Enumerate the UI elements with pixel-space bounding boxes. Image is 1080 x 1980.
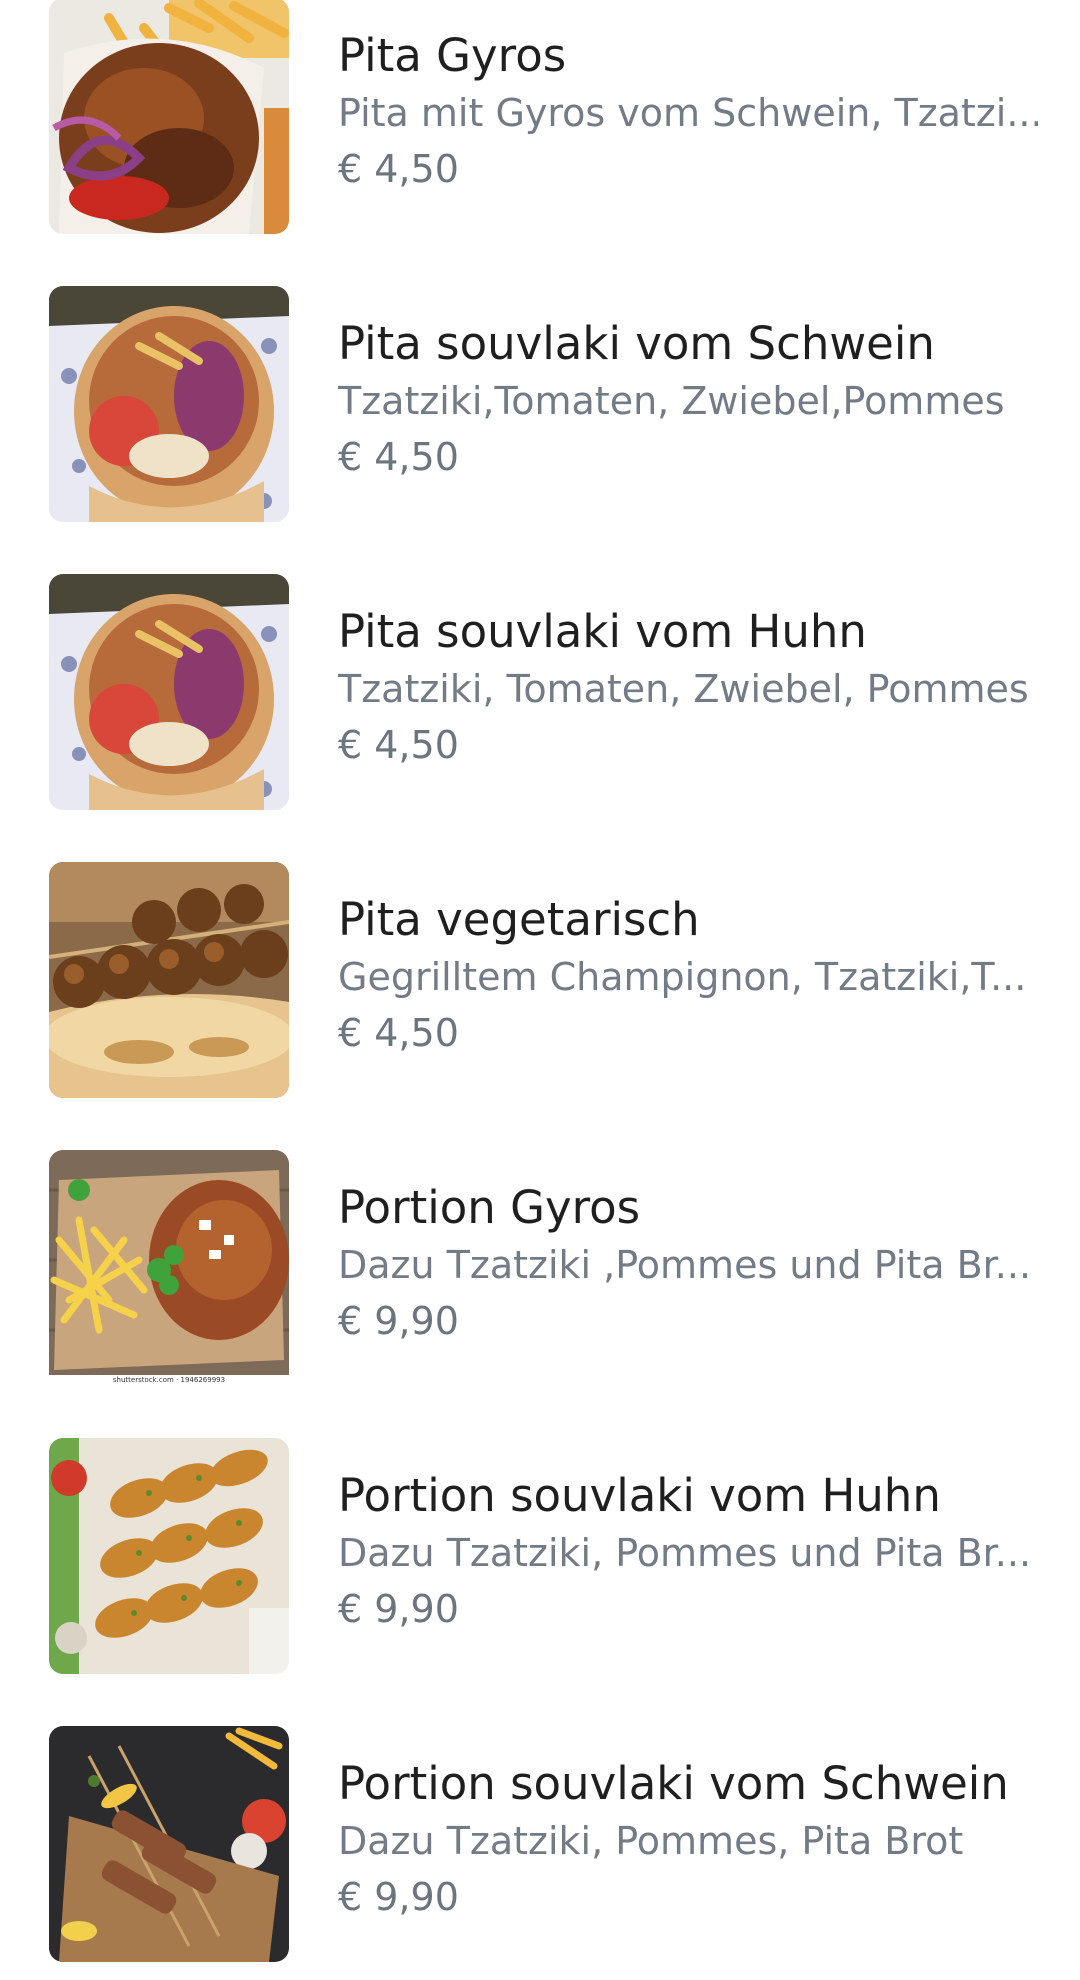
item-description: Dazu Tzatziki, Pommes, Pita Brot (338, 1819, 964, 1863)
gyros-plate-photo: shutterstock.com · 1946269993 (49, 1150, 289, 1386)
item-name: Pita Gyros (338, 29, 567, 82)
food-photo-icon (49, 862, 289, 1098)
item-description: Tzatziki, Tomaten, Zwiebel, Pommes (338, 667, 1029, 711)
image-watermark: shutterstock.com · 1946269993 (49, 1375, 289, 1386)
item-price: € 4,50 (338, 723, 459, 767)
item-price: € 9,90 (338, 1299, 459, 1343)
pita-souvlaki-photo (49, 286, 289, 522)
item-info: Pita souvlaki vom Schwein Tzatziki,Tomat… (338, 316, 1038, 482)
pork-skewers-photo (49, 1726, 289, 1962)
menu-item-pita-gyros[interactable]: Pita Gyros Pita mit Gyros vom Schwein, T… (0, 0, 1080, 238)
item-info: Pita vegetarisch Gegrilltem Champignon, … (338, 892, 1038, 1058)
item-info: Portion souvlaki vom Schwein Dazu Tzatzi… (338, 1756, 1038, 1922)
item-description: Tzatziki,Tomaten, Zwiebel,Pommes (338, 379, 1005, 423)
item-description: Dazu Tzatziki ,Pommes und Pita Br... (338, 1243, 1032, 1287)
chicken-skewers-photo (49, 1438, 289, 1674)
item-description: Gegrilltem Champignon, Tzatziki,T... (338, 955, 1027, 999)
menu-item-pita-souvlaki-schwein[interactable]: Pita souvlaki vom Schwein Tzatziki,Tomat… (0, 286, 1080, 526)
item-price: € 4,50 (338, 1011, 459, 1055)
food-photo-icon (49, 286, 289, 522)
menu-item-portion-gyros[interactable]: shutterstock.com · 1946269993 Portion Gy… (0, 1150, 1080, 1390)
item-description: Pita mit Gyros vom Schwein, Tzatzi... (338, 91, 1038, 135)
item-info: Portion Gyros Dazu Tzatziki ,Pommes und … (338, 1180, 1038, 1346)
mushroom-skewer-photo (49, 862, 289, 1098)
food-photo-icon (49, 574, 289, 810)
food-photo-icon (49, 1726, 289, 1962)
menu-item-pita-souvlaki-huhn[interactable]: Pita souvlaki vom Huhn Tzatziki, Tomaten… (0, 574, 1080, 814)
item-info: Pita Gyros Pita mit Gyros vom Schwein, T… (338, 28, 1038, 194)
item-name: Portion Gyros (338, 1181, 641, 1234)
pita-gyros-photo (49, 0, 289, 234)
item-name: Pita souvlaki vom Schwein (338, 317, 935, 370)
item-info: Portion souvlaki vom Huhn Dazu Tzatziki,… (338, 1468, 1038, 1634)
food-photo-icon (49, 1150, 289, 1386)
food-photo-icon (49, 0, 289, 234)
item-price: € 4,50 (338, 147, 459, 191)
menu-item-pita-vegetarisch[interactable]: Pita vegetarisch Gegrilltem Champignon, … (0, 862, 1080, 1102)
menu-list: Pita Gyros Pita mit Gyros vom Schwein, T… (0, 0, 1080, 1980)
item-description: Dazu Tzatziki, Pommes und Pita Br... (338, 1531, 1032, 1575)
item-name: Portion souvlaki vom Huhn (338, 1469, 941, 1522)
item-price: € 9,90 (338, 1875, 459, 1919)
item-price: € 9,90 (338, 1587, 459, 1631)
item-price: € 4,50 (338, 435, 459, 479)
item-info: Pita souvlaki vom Huhn Tzatziki, Tomaten… (338, 604, 1038, 770)
menu-item-portion-souvlaki-schwein[interactable]: Portion souvlaki vom Schwein Dazu Tzatzi… (0, 1726, 1080, 1966)
item-name: Pita vegetarisch (338, 893, 700, 946)
item-name: Pita souvlaki vom Huhn (338, 605, 867, 658)
menu-item-portion-souvlaki-huhn[interactable]: Portion souvlaki vom Huhn Dazu Tzatziki,… (0, 1438, 1080, 1678)
food-photo-icon (49, 1438, 289, 1674)
pita-souvlaki-photo (49, 574, 289, 810)
item-name: Portion souvlaki vom Schwein (338, 1757, 1009, 1810)
